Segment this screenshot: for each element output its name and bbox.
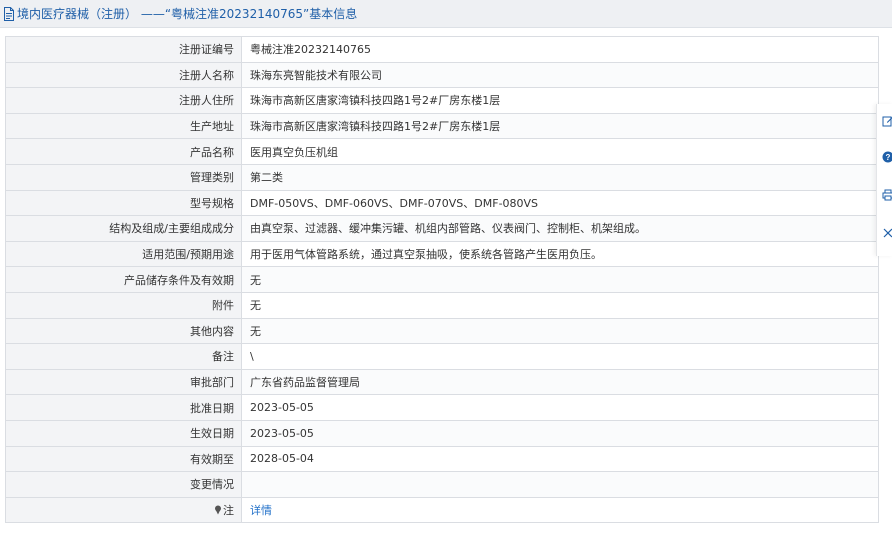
row-value: 无: [241, 317, 879, 345]
table-row: 型号规格 DMF-050VS、DMF-060VS、DMF-070VS、DMF-0…: [5, 189, 879, 217]
row-value: 无: [241, 291, 879, 319]
row-value: [241, 471, 879, 498]
details-link[interactable]: 详情: [250, 504, 272, 517]
row-label: 附件: [5, 291, 242, 319]
row-value: 医用真空负压机组: [241, 138, 879, 165]
side-toolbar: ?: [876, 104, 892, 256]
page-title-text: 境内医疗器械（注册） ——“粤械注准20232140765”基本信息: [17, 7, 358, 21]
row-label: 变更情况: [5, 471, 242, 498]
print-button[interactable]: [881, 188, 892, 202]
note-label-cell: 注: [5, 496, 242, 524]
note-value-cell: 详情: [241, 496, 879, 524]
table-row: 管理类别 第二类: [5, 163, 879, 191]
row-value: 无: [241, 266, 879, 293]
info-table-container: 注册证编号 粤械注准20232140765 注册人名称 珠海东亮智能技术有限公司…: [5, 36, 879, 524]
row-value: 珠海东亮智能技术有限公司: [241, 61, 879, 89]
row-value: 珠海市高新区唐家湾镇科技四路1号2#厂房东楼1层: [241, 87, 879, 114]
close-icon: [883, 228, 892, 238]
info-table-body: 注册证编号 粤械注准20232140765 注册人名称 珠海东亮智能技术有限公司…: [5, 36, 879, 524]
row-value: 2023-05-05: [241, 419, 879, 447]
row-label: 型号规格: [5, 189, 242, 217]
table-row: 有效期至 2028-05-04: [5, 445, 879, 473]
row-value: 第二类: [241, 163, 879, 191]
table-row: 生效日期 2023-05-05: [5, 419, 879, 447]
table-row: 生产地址 珠海市高新区唐家湾镇科技四路1号2#厂房东楼1层: [5, 112, 879, 140]
page-header: 境内医疗器械（注册） ——“粤械注准20232140765”基本信息: [0, 0, 892, 28]
help-icon: ?: [882, 151, 892, 163]
row-value: 珠海市高新区唐家湾镇科技四路1号2#厂房东楼1层: [241, 112, 879, 140]
row-label: 产品名称: [5, 138, 242, 165]
row-value: 用于医用气体管路系统，通过真空泵抽吸，使系统各管路产生医用负压。: [241, 240, 879, 268]
note-label: 注: [223, 503, 234, 517]
table-row: 产品储存条件及有效期 无: [5, 266, 879, 293]
edit-icon: [882, 116, 892, 127]
row-label: 生产地址: [5, 112, 242, 140]
row-label: 有效期至: [5, 445, 242, 473]
table-row: 备注 \: [5, 343, 879, 370]
row-label: 批准日期: [5, 394, 242, 421]
row-value: 粤械注准20232140765: [241, 36, 879, 63]
table-row: 注册人住所 珠海市高新区唐家湾镇科技四路1号2#厂房东楼1层: [5, 87, 879, 114]
table-row: 批准日期 2023-05-05: [5, 394, 879, 421]
note-row: 注 详情: [5, 496, 879, 524]
row-label: 注册人名称: [5, 61, 242, 89]
page-title: 境内医疗器械（注册） ——“粤械注准20232140765”基本信息: [3, 6, 357, 22]
edit-button[interactable]: [881, 114, 892, 128]
row-label: 注册人住所: [5, 87, 242, 114]
table-row: 变更情况: [5, 471, 879, 498]
table-row: 结构及组成/主要组成成分 由真空泵、过滤器、缓冲集污罐、机组内部管路、仪表阀门、…: [5, 215, 879, 242]
print-icon: [882, 189, 892, 201]
row-label: 结构及组成/主要组成成分: [5, 215, 242, 242]
row-label: 其他内容: [5, 317, 242, 345]
table-row: 注册证编号 粤械注准20232140765: [5, 36, 879, 63]
row-label: 管理类别: [5, 163, 242, 191]
row-label: 生效日期: [5, 419, 242, 447]
info-table: 注册证编号 粤械注准20232140765 注册人名称 珠海东亮智能技术有限公司…: [5, 36, 879, 524]
help-button[interactable]: ?: [881, 150, 892, 164]
row-value: \: [241, 343, 879, 370]
row-label: 注册证编号: [5, 36, 242, 63]
table-row: 适用范围/预期用途 用于医用气体管路系统，通过真空泵抽吸，使系统各管路产生医用负…: [5, 240, 879, 268]
row-label: 产品储存条件及有效期: [5, 266, 242, 293]
row-value: 由真空泵、过滤器、缓冲集污罐、机组内部管路、仪表阀门、控制柜、机架组成。: [241, 215, 879, 242]
table-row: 审批部门 广东省药品监督管理局: [5, 368, 879, 396]
row-label: 适用范围/预期用途: [5, 240, 242, 268]
row-value: 2028-05-04: [241, 445, 879, 473]
row-label: 备注: [5, 343, 242, 370]
row-label: 审批部门: [5, 368, 242, 396]
document-icon: [4, 7, 14, 21]
svg-text:?: ?: [886, 153, 891, 162]
table-row: 附件 无: [5, 291, 879, 319]
row-value: 2023-05-05: [241, 394, 879, 421]
row-value: 广东省药品监督管理局: [241, 368, 879, 396]
table-row: 其他内容 无: [5, 317, 879, 345]
table-row: 注册人名称 珠海东亮智能技术有限公司: [5, 61, 879, 89]
pin-icon: [215, 505, 221, 515]
table-row: 产品名称 医用真空负压机组: [5, 138, 879, 165]
row-value: DMF-050VS、DMF-060VS、DMF-070VS、DMF-080VS: [241, 189, 879, 217]
close-button[interactable]: [881, 226, 892, 240]
